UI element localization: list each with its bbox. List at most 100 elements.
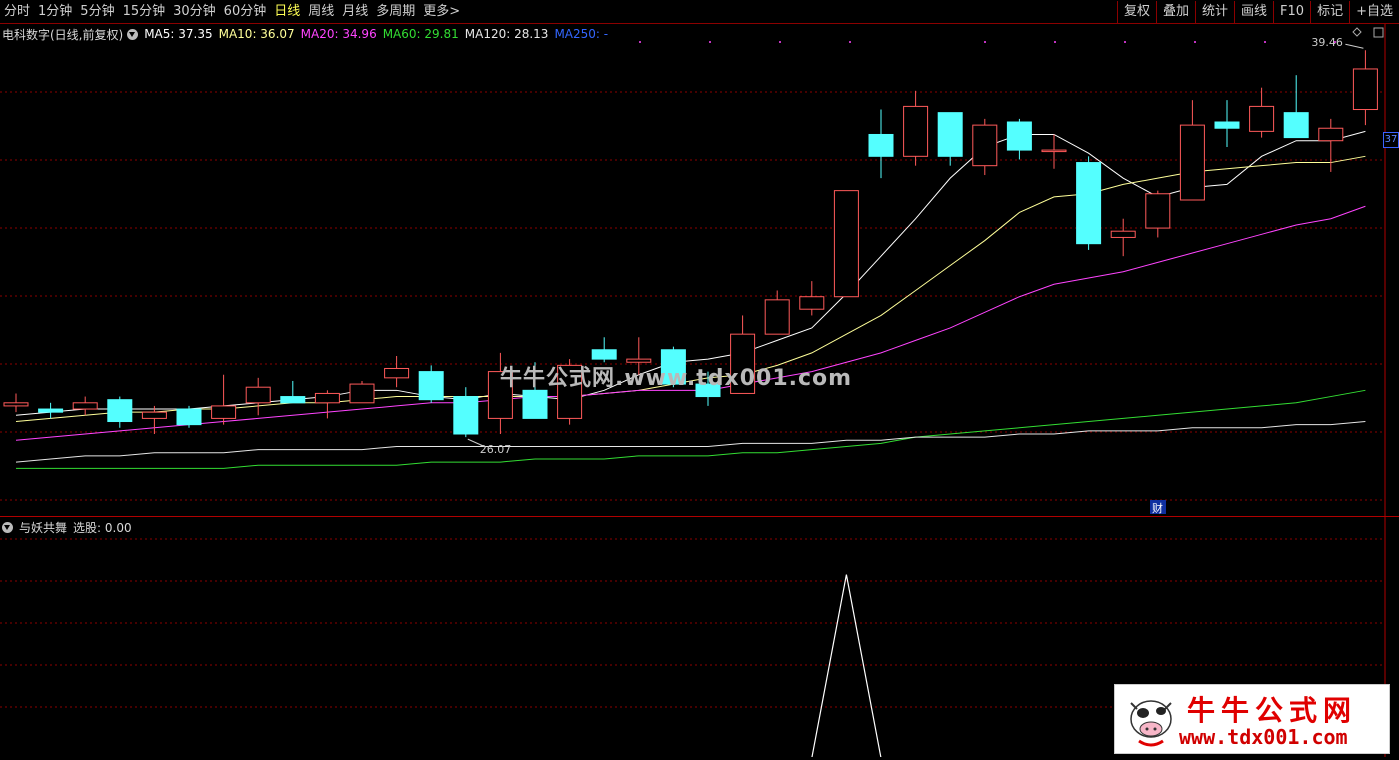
candle-body: [453, 396, 479, 435]
candle-body: [522, 389, 548, 419]
period-tabs: 分时 1分钟 5分钟 15分钟 30分钟 60分钟 日线 周线 月线 多周期 更多>: [0, 0, 464, 24]
candle-body: [107, 399, 133, 423]
period-tab[interactable]: 60分钟: [220, 0, 271, 24]
logo-url: www.tdx001.com: [1179, 725, 1348, 749]
candle: [314, 390, 340, 419]
candle: [799, 281, 825, 316]
candle-body: [245, 386, 271, 404]
candle-body: [972, 124, 998, 167]
period-tab[interactable]: 分时: [0, 0, 34, 24]
candle: [1249, 87, 1275, 138]
ma-legend-item: MA10: 36.07: [218, 27, 295, 41]
event-marker-dot: [1194, 41, 1196, 43]
high-price-label: 39.46: [1311, 36, 1343, 49]
event-marker-dot: [1054, 41, 1056, 43]
main-legend: 电科数字(日线,前复权) MA5: 37.35 MA10: 36.07 MA20: …: [2, 26, 614, 42]
watermark-text: 牛牛公式网.www.tdx001.com: [500, 366, 853, 391]
candle: [1076, 156, 1102, 250]
candle-body: [1214, 121, 1240, 129]
event-marker-dot: [709, 41, 711, 43]
candle: [176, 405, 202, 428]
main-title: 电科数字(日线,前复权): [2, 27, 124, 42]
candle-body: [1041, 149, 1067, 153]
toolbar-button[interactable]: 画线: [1234, 1, 1273, 23]
finance-badge-text: 财: [1152, 501, 1163, 515]
kline-panel[interactable]: 39.46 26.07 财 电科数字(日线,前复权) MA5: 37.35 MA10:…: [0, 24, 1399, 517]
candle: [1214, 100, 1240, 147]
candle: [1145, 190, 1171, 238]
period-tab[interactable]: 月线: [338, 0, 372, 24]
candle: [384, 356, 410, 388]
candle: [868, 109, 894, 179]
candle: [72, 396, 98, 416]
candle: [141, 405, 167, 434]
kline-chart[interactable]: 39.46 26.07 财: [0, 24, 1399, 517]
toolbar-button[interactable]: 叠加: [1156, 1, 1195, 23]
ma-legend-item: MA120: 28.13: [464, 27, 549, 41]
toolbar-button[interactable]: 复权: [1116, 1, 1156, 23]
candle: [38, 402, 64, 419]
candle-body: [833, 190, 859, 298]
candle: [1041, 134, 1067, 169]
ma-line-ma20: [15, 205, 1366, 441]
candle-body: [868, 133, 894, 157]
indicator-legend: 与妖共舞 选股: 0.00: [2, 519, 138, 535]
indicator-dropdown-icon[interactable]: [2, 521, 13, 533]
period-tab[interactable]: 30分钟: [169, 0, 220, 24]
ma-legend-item: MA60: 29.81: [382, 27, 459, 41]
toolbar-button[interactable]: F10: [1273, 1, 1310, 23]
candle: [833, 190, 859, 298]
candle-body: [1352, 68, 1378, 111]
indicator-value: 选股: 0.00: [73, 520, 132, 535]
candle: [937, 112, 963, 166]
period-tab[interactable]: 周线: [304, 0, 338, 24]
event-marker-dot: [1124, 41, 1126, 43]
period-tab[interactable]: 多周期: [372, 0, 419, 24]
candle: [1318, 118, 1344, 172]
period-tab[interactable]: 日线: [270, 0, 304, 24]
candle-body: [418, 371, 444, 401]
candle-body: [903, 105, 929, 157]
candle-body: [384, 367, 410, 379]
candle: [903, 90, 929, 166]
event-marker-dot: [1334, 41, 1336, 43]
candle-body: [72, 402, 98, 410]
candle: [211, 374, 237, 425]
candle: [1283, 75, 1309, 139]
candle: [1179, 100, 1205, 201]
candle-body: [937, 112, 963, 157]
logo-title: 牛牛公式网: [1187, 694, 1358, 727]
toolbar-button[interactable]: +自选: [1349, 1, 1399, 23]
period-tab[interactable]: 5分钟: [76, 0, 118, 24]
options-dropdown-icon[interactable]: [127, 28, 139, 40]
candle-body: [764, 299, 790, 335]
event-marker-dot: [1264, 41, 1266, 43]
period-tab[interactable]: 15分钟: [119, 0, 170, 24]
site-logo: 牛牛公式网 www.tdx001.com: [1114, 684, 1390, 754]
candle-body: [141, 411, 167, 419]
toolbar-button[interactable]: 标记: [1310, 1, 1349, 23]
candle-body: [280, 396, 306, 404]
ma-legend-item: MA20: 34.96: [300, 27, 377, 41]
candle-body: [1179, 124, 1205, 201]
candle: [591, 337, 617, 363]
candle: [3, 393, 29, 413]
toolbar-right-buttons: 复权 叠加 统计 画线 F10 标记 +自选: [1116, 0, 1399, 24]
candle: [280, 380, 306, 404]
event-marker-dot: [984, 41, 986, 43]
candle-body: [349, 383, 375, 404]
candle-body: [314, 392, 340, 404]
toolbar-button[interactable]: 统计: [1195, 1, 1234, 23]
candle-body: [1110, 230, 1136, 238]
price-axis-tag: 37: [1383, 132, 1399, 148]
event-marker-dot: [779, 41, 781, 43]
period-tab[interactable]: 1分钟: [34, 0, 76, 24]
period-tab[interactable]: 更多>: [419, 0, 464, 24]
candle-body: [38, 408, 64, 413]
low-price-label: 26.07: [480, 443, 512, 456]
candle-body: [176, 408, 202, 426]
candle: [972, 118, 998, 176]
candle-body: [799, 296, 825, 310]
ma-line-ma60: [16, 389, 1366, 469]
candle-body: [1318, 127, 1344, 142]
